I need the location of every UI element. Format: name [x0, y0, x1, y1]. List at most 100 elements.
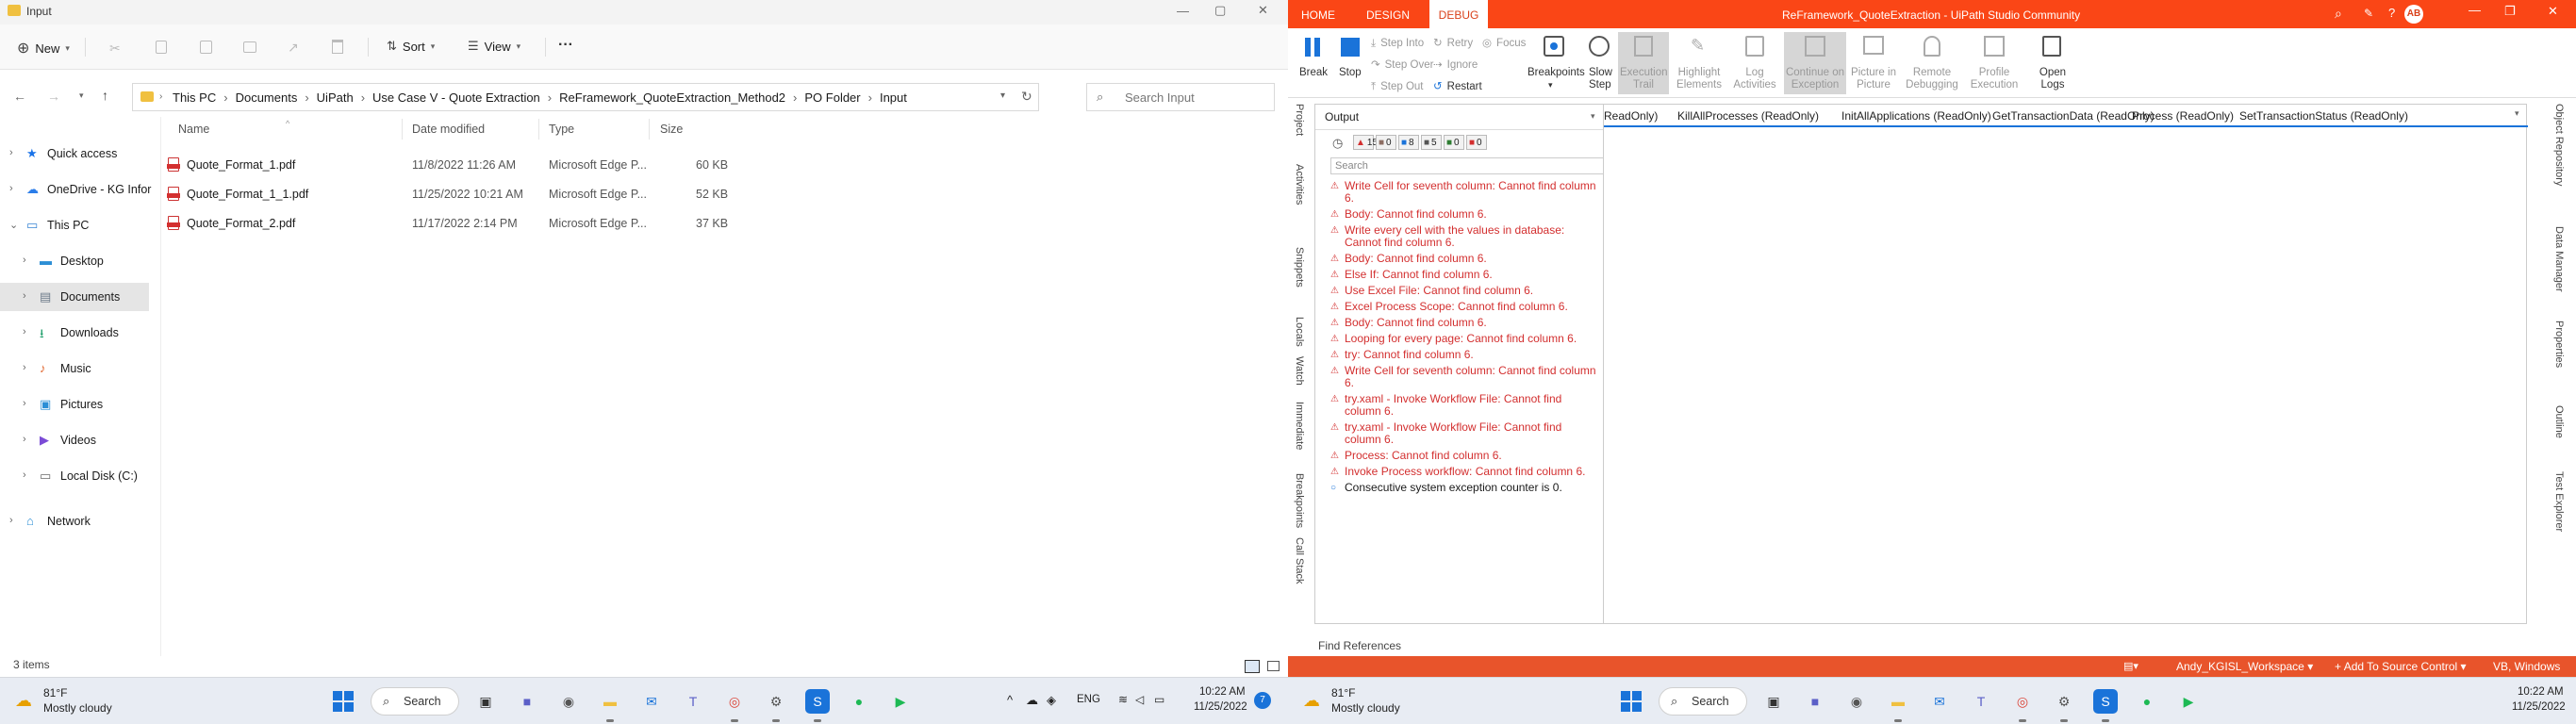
task-view-icon[interactable]: ▣ [1761, 689, 1786, 714]
chevron-right-icon[interactable]: › [23, 398, 26, 409]
up-button[interactable]: ↑ [102, 88, 108, 103]
chevron-right-icon[interactable]: › [9, 183, 13, 194]
breadcrumb-item[interactable]: Use Case V - Quote Extraction [372, 90, 540, 105]
output-search-input[interactable]: Search [1330, 157, 1613, 174]
file-explorer-icon[interactable]: ▬ [1886, 689, 1910, 714]
vtab-outline[interactable]: Outline [2553, 405, 2565, 438]
feedback-icon[interactable]: ✎ [2364, 7, 2373, 20]
sidebar-item[interactable]: › ⭳ Downloads [0, 319, 149, 347]
wifi-icon[interactable]: ≋ [1118, 693, 1128, 706]
log-line[interactable]: ⚠ Write Cell for seventh column: Cannot f… [1330, 365, 1600, 389]
vtab-project[interactable]: Project [1294, 104, 1305, 136]
rename-icon[interactable] [243, 41, 256, 53]
chevron-right-icon[interactable]: ⌄ [9, 219, 18, 231]
refresh-icon[interactable]: ↻ [1021, 89, 1032, 105]
step-out-button[interactable]: ⤒ Step Out [1371, 81, 1423, 93]
file-explorer-icon[interactable]: ▬ [598, 689, 622, 714]
step-over-button[interactable]: ↷ Step Over [1371, 59, 1433, 72]
log-line[interactable]: ⚠ try.xaml - Invoke Workflow File: Cannot… [1330, 421, 1600, 446]
chevron-right-icon[interactable]: › [9, 147, 13, 158]
step-into-button[interactable]: ⤓ Step Into [1371, 38, 1424, 50]
document-tab[interactable]: InitAllApplications (ReadOnly) [1841, 109, 1991, 123]
column-divider[interactable] [402, 119, 403, 140]
chrome-icon[interactable]: ◎ [2010, 689, 2035, 714]
sidebar-item[interactable]: › ★ Quick access [0, 140, 149, 168]
breadcrumb-item[interactable]: Documents [236, 90, 298, 105]
forward-button[interactable]: → [47, 89, 60, 104]
teams-meet-icon[interactable]: ■ [1803, 689, 1827, 714]
execution-trail-button[interactable]: Execution Trail [1618, 32, 1669, 94]
settings-icon[interactable]: ⚙ [764, 689, 788, 714]
volume-icon[interactable]: ◁ [1135, 693, 1144, 706]
teams-icon[interactable]: T [681, 689, 705, 714]
security-icon[interactable]: ◈ [1047, 693, 1056, 708]
panel-dropdown-icon[interactable]: ▾ [1591, 111, 1595, 122]
warning-filter-icon[interactable]: ■ 0 [1376, 135, 1396, 150]
start-button[interactable] [1621, 691, 1642, 712]
teams-icon[interactable]: T [1969, 689, 1993, 714]
info-filter-icon[interactable]: ■ 8 [1398, 135, 1419, 150]
breadcrumb-item[interactable]: Input [880, 90, 907, 105]
remote-debugging-button[interactable]: Remote Debugging [1901, 34, 1963, 94]
share-icon[interactable]: ↗ [288, 40, 299, 56]
settings-icon[interactable]: ⚙ [2052, 689, 2076, 714]
verbose-filter-icon[interactable]: ■ 0 [1444, 135, 1464, 150]
vtab-call-stack[interactable]: Call Stack [1294, 537, 1305, 584]
sidebar-item[interactable]: › ♪ Music [0, 354, 149, 383]
clock-date[interactable]: 11/25/2022 [1194, 701, 1247, 713]
battery-icon[interactable]: ▭ [1154, 693, 1164, 706]
clock-date[interactable]: 11/25/2022 [2512, 701, 2566, 713]
chevron-right-icon[interactable]: › [23, 362, 26, 373]
search-input[interactable]: ⌕ Search Input [1086, 83, 1275, 111]
column-divider[interactable] [538, 119, 539, 140]
sidebar-item[interactable]: › ▬ Desktop [0, 247, 149, 275]
log-line[interactable]: ⚠ try: Cannot find column 6. [1330, 349, 1600, 361]
breadcrumb-item[interactable]: This PC [173, 90, 216, 105]
breadcrumb-item[interactable]: PO Folder [804, 90, 860, 105]
close-button[interactable]: ✕ [2548, 4, 2558, 19]
log-activities-button[interactable]: Log Activities [1729, 34, 1780, 94]
log-line[interactable]: ⚠ Body: Cannot find column 6. [1330, 253, 1600, 265]
sidebar-item[interactable]: ⌄ ▭ This PC [0, 211, 149, 239]
breadcrumb-item[interactable]: UiPath [317, 90, 354, 105]
log-line[interactable]: ⚠ Body: Cannot find column 6. [1330, 208, 1600, 221]
log-line[interactable]: ⚠ Else If: Cannot find column 6. [1330, 269, 1600, 281]
error-filter-icon[interactable]: ▲ 15 [1353, 135, 1378, 150]
breadcrumb-item[interactable]: ReFramework_QuoteExtraction_Method2 [559, 90, 785, 105]
recent-chevron-icon[interactable]: ▾ [79, 90, 84, 101]
user-avatar[interactable]: AB [2404, 5, 2423, 24]
tab-home[interactable]: HOME [1301, 8, 1335, 22]
close-button[interactable]: ✕ [1258, 3, 1268, 18]
column-header-date[interactable]: Date modified [412, 123, 485, 136]
address-dropdown-icon[interactable]: ▾ [1000, 90, 1005, 101]
sidebar-item[interactable]: › ▭ Local Disk (C:) [0, 462, 149, 490]
log-line[interactable]: ⚠ Write Cell for seventh column: Cannot f… [1330, 180, 1600, 205]
tab-debug[interactable]: DEBUG [1429, 0, 1488, 28]
vtab-breakpoints[interactable]: Breakpoints [1294, 473, 1305, 528]
chevron-right-icon[interactable]: › [23, 434, 26, 445]
vtab-activities[interactable]: Activities [1294, 164, 1305, 205]
breakpoints-button[interactable]: Breakpoints ▾ [1527, 34, 1585, 94]
chevron-right-icon[interactable]: › [23, 326, 26, 337]
document-tab[interactable]: GetTransactionData (ReadOnly) [1992, 109, 2155, 123]
uipath-assistant-icon[interactable]: ▶ [888, 689, 913, 714]
vtab-data-manager[interactable]: Data Manager [2553, 226, 2565, 292]
delete-icon[interactable] [332, 40, 343, 54]
sidebar-item[interactable]: › ▤ Documents [0, 283, 149, 311]
paste-icon[interactable] [200, 41, 212, 54]
help-icon[interactable]: ? [2388, 6, 2395, 20]
copy-icon[interactable] [156, 41, 167, 54]
uipath-studio-icon[interactable]: S [2093, 689, 2118, 714]
log-line[interactable]: ⚠ Use Excel File: Cannot find column 6. [1330, 285, 1600, 297]
picture-in-picture-button[interactable]: Picture in Picture [1850, 34, 1897, 94]
ignore-button[interactable]: ⇢ Ignore [1433, 59, 1478, 72]
file-row[interactable]: Quote_Format_1_1.pdf 11/25/2022 10:21 AM M… [160, 180, 745, 208]
document-tab[interactable]: SetTransactionStatus (ReadOnly) [2239, 109, 2408, 123]
chrome-icon[interactable]: ◎ [722, 689, 747, 714]
minimize-button[interactable]: — [1177, 4, 1189, 18]
sidebar-item[interactable]: › ⌂ Network [0, 507, 149, 535]
taskbar-search-button[interactable]: ⌕ Search [371, 687, 459, 716]
weather-icon[interactable]: ☁ [15, 691, 32, 711]
notification-badge[interactable]: 7 [1254, 692, 1271, 709]
sort-button[interactable]: ⇅ Sort ▾ [387, 39, 435, 54]
